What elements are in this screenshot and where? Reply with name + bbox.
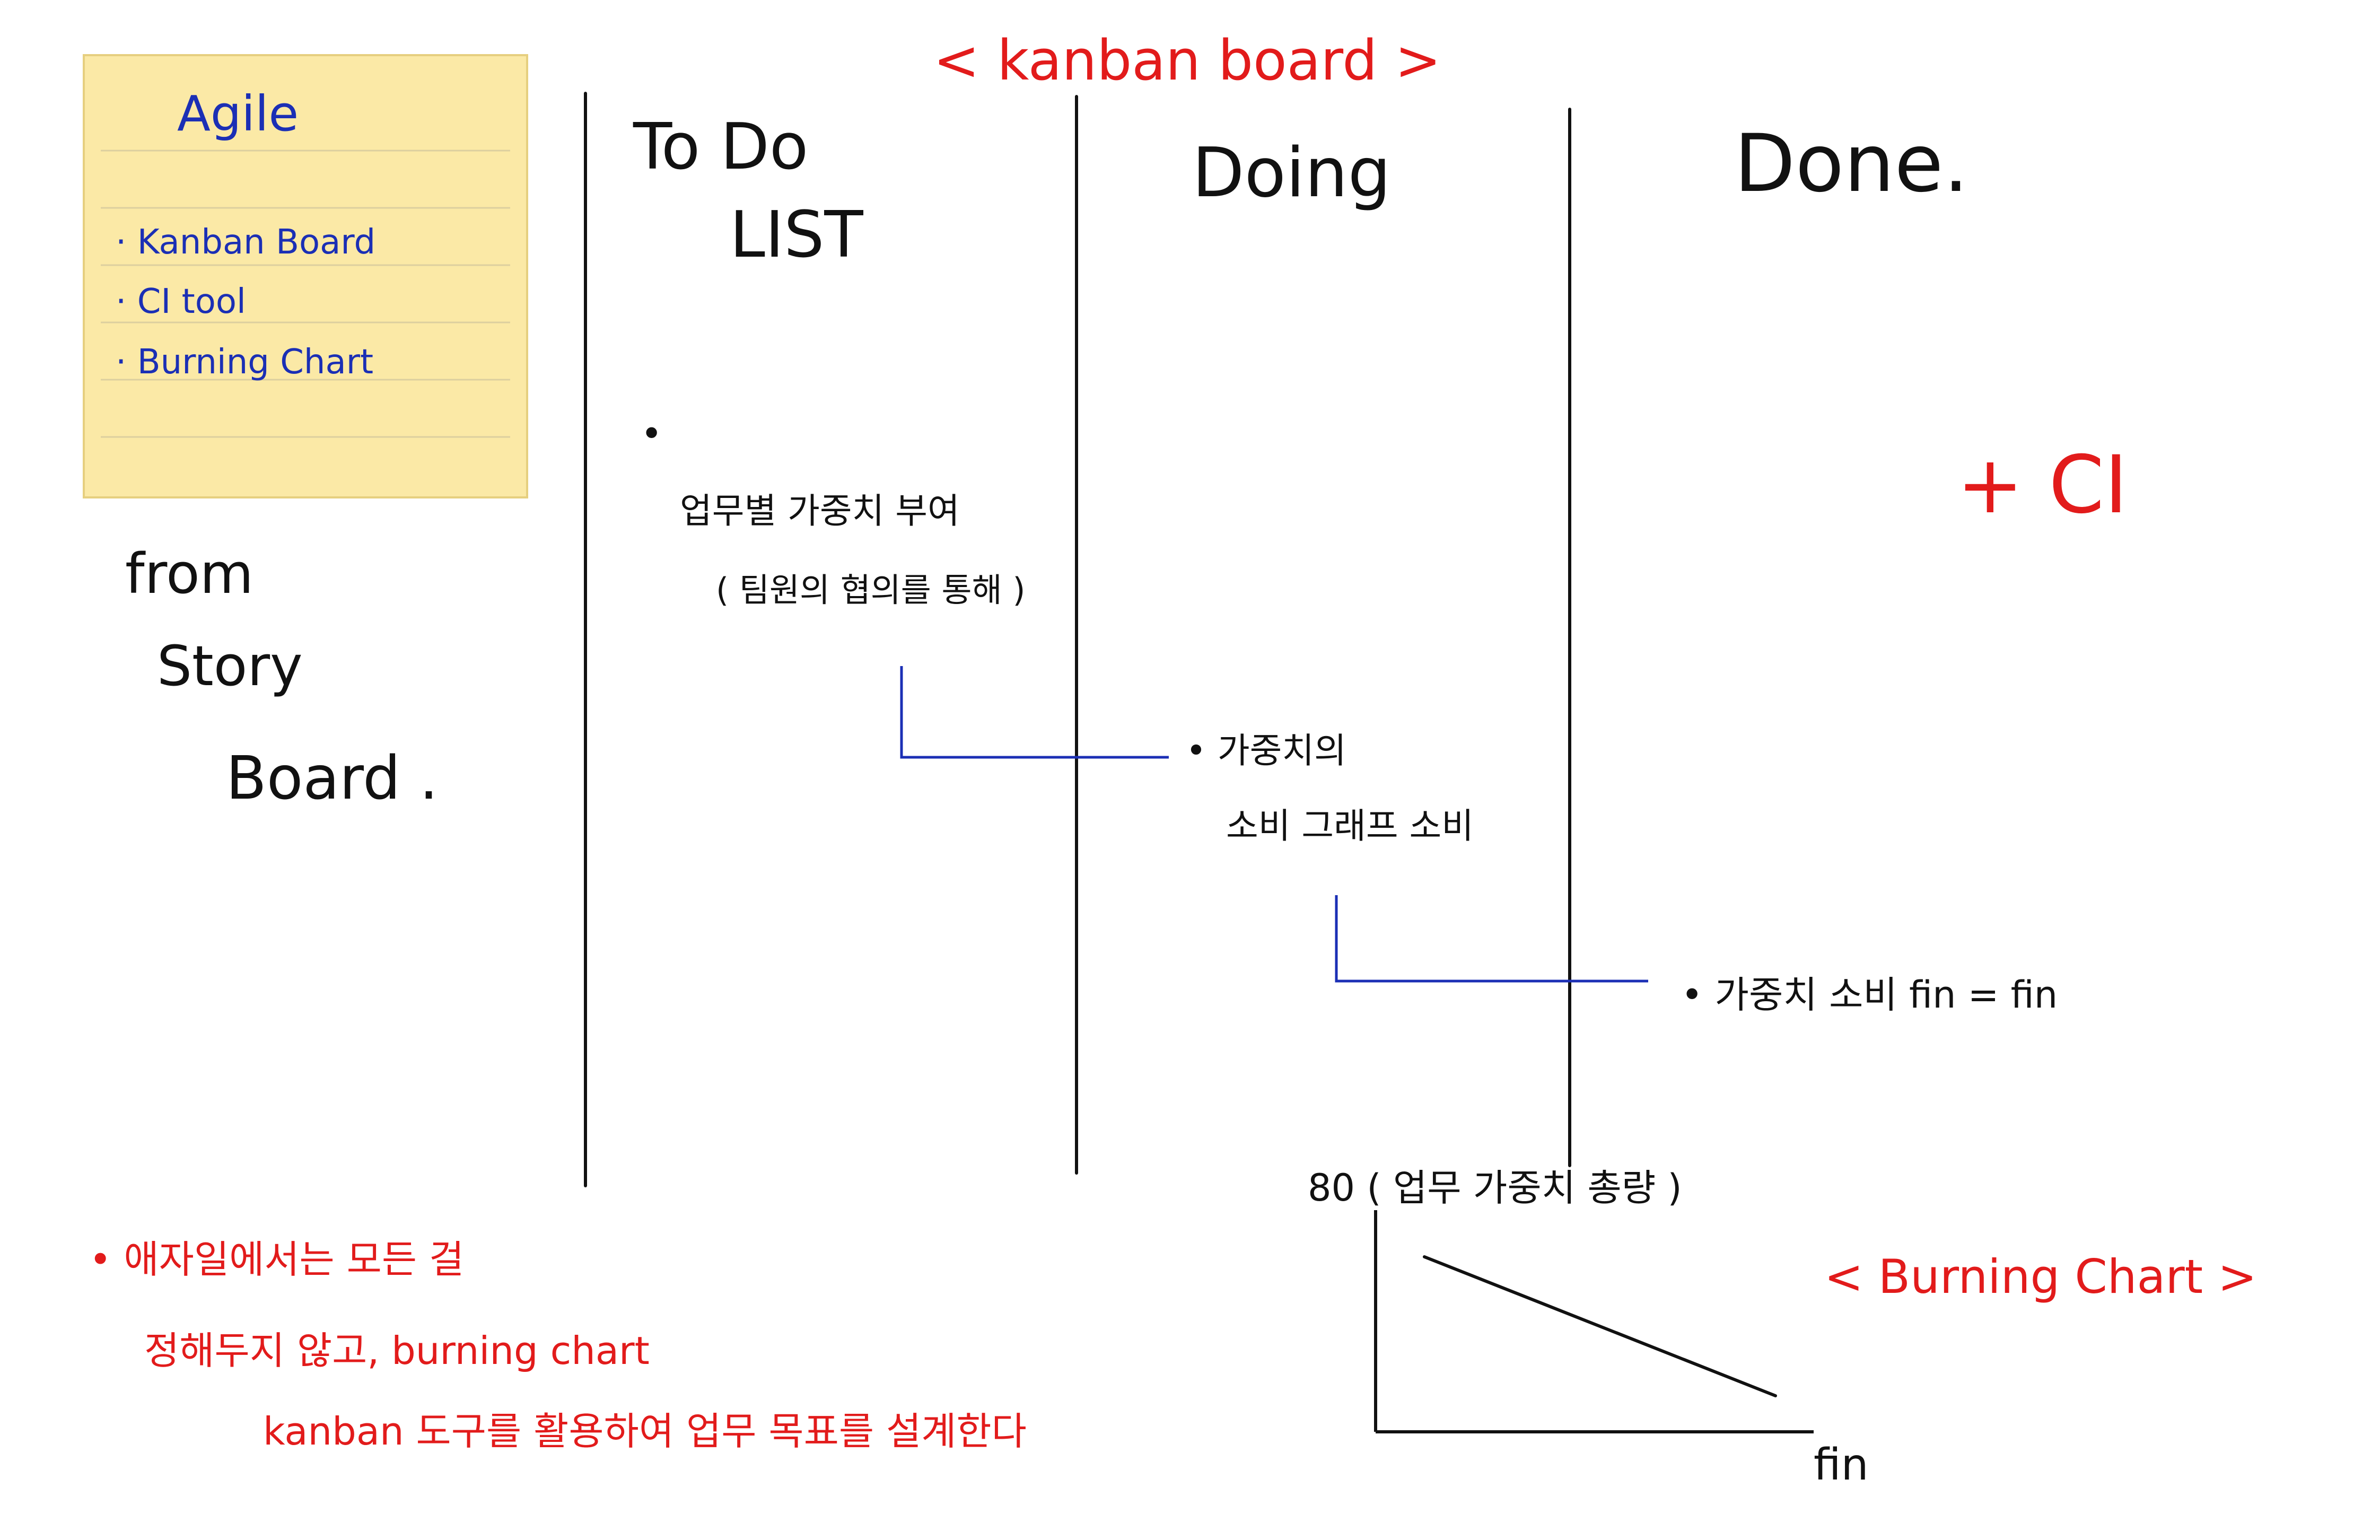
- doing-note-line: • 가중치의: [1186, 730, 1346, 771]
- todo-note-line: ( 팀원의 협의를 통해 ): [716, 571, 1026, 609]
- sticky-note-background: [83, 54, 528, 498]
- column-header-done: Done.: [1734, 118, 1968, 210]
- todo-note-line: 업무별 가중치 부여: [680, 491, 960, 531]
- chart-x-label: fin: [1814, 1440, 1869, 1490]
- footer-note: • 애자일에서는 모든 걸 정해두지 않고, burning chart kan…: [89, 1237, 1027, 1454]
- column-header-todo-list: LIST: [730, 198, 863, 272]
- column-header-todo: To Do: [633, 110, 808, 184]
- footer-note-line: kanban 도구를 활용하여 업무 목표를 설계한다: [263, 1409, 1027, 1454]
- sticky-note-item: · Burning Chart: [116, 343, 373, 382]
- sticky-note-item: · CI tool: [116, 282, 246, 321]
- doing-note-line: 소비 그래프 소비: [1226, 806, 1474, 846]
- todo-bullet: •: [641, 412, 662, 456]
- chart-burndown-line: [1423, 1255, 1777, 1397]
- from-note-line: Board .: [226, 744, 438, 813]
- board-title: < kanban board >: [933, 28, 1441, 93]
- chart-y-label: 80 ( 업무 가중치 총량 ): [1308, 1166, 1682, 1210]
- from-story-board-note: from Story Board .: [125, 541, 438, 813]
- kanban-sketch-canvas: < kanban board > Agile · Kanban Board · …: [83, 28, 2257, 1490]
- connector-doing-to-done: [1335, 895, 1648, 983]
- sticky-note-item: · Kanban Board: [116, 223, 375, 262]
- from-note-line: Story: [157, 634, 303, 698]
- plus-ci-note: + CI: [1957, 439, 2128, 531]
- column-header-doing: Doing: [1192, 134, 1391, 213]
- footer-note-line: • 애자일에서는 모든 걸: [89, 1237, 464, 1282]
- sticky-note: Agile · Kanban Board · CI tool · Burning…: [83, 54, 528, 498]
- connector-todo-to-doing: [900, 666, 1169, 759]
- from-note-line: from: [125, 541, 253, 606]
- chart-caption: < Burning Chart >: [1824, 1249, 2257, 1304]
- done-note: • 가중치 소비 fin = fin: [1681, 973, 2058, 1017]
- burning-chart: 80 ( 업무 가중치 총량 ) fin < Burning Chart >: [1308, 1166, 2257, 1490]
- sticky-note-title: Agile: [177, 85, 299, 142]
- footer-note-line: 정해두지 않고, burning chart: [144, 1328, 650, 1373]
